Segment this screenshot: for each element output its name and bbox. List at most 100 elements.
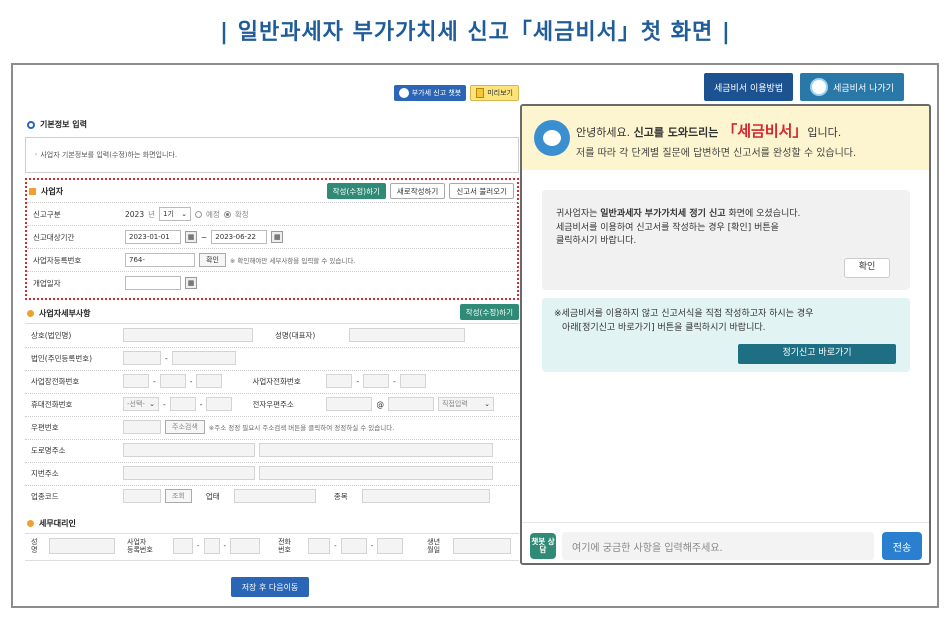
usage-guide-button[interactable]: 세금비서 이용방법 [704,73,794,101]
msg1-line-3: 클릭하시기 바랍니다. [556,236,637,246]
agent-name-label: 성 명 [31,538,45,554]
save-next-button[interactable]: 저장 후 다음이동 [231,577,309,597]
calendar-icon[interactable]: ▦ [185,231,197,243]
send-button[interactable]: 전송 [882,532,922,560]
period-to-input[interactable]: 2023-06-22 [211,230,268,244]
road-address-row: 도로명주소 [31,443,493,457]
detail-header: 사업자세부사항 [27,308,91,319]
email-select-value: 직접입력 [441,400,468,408]
detail-title: 사업자세부사항 [39,309,91,318]
chat-input-bar: 챗봇 상담 여기에 궁금한 사항을 입력해주세요. 전송 [522,522,929,563]
office-phone-3[interactable] [196,374,223,388]
greeting-pre: 안녕하세요. [576,126,634,139]
agent-phone-1[interactable] [308,538,331,555]
msg2-line-2: 아래[정기신고 바로가기] 버튼을 클릭하시기 바랍니다. [562,322,766,333]
agent-birth-label-1: 생년 [427,538,441,546]
chatbot-panel: 안녕하세요. 신고를 도와드리는 「세금비서」입니다. 저를 따라 각 단계별 … [520,104,931,565]
agent-bizno-2[interactable] [203,538,220,555]
email-at: @ [376,399,384,409]
period-select[interactable]: 1기 ⌄ [159,207,191,221]
agent-phone-3[interactable] [377,538,404,555]
detail-edit-button[interactable]: 작성(수정)하기 [459,304,519,320]
new-write-button[interactable]: 새로작성하기 [389,183,446,199]
period-row: 신고대상기간 2023-01-01 ▦ ~ 2023-06-22 ▦ [33,230,284,244]
msg1-pre: 귀사업자는 [556,209,601,219]
postcode-input[interactable] [123,420,161,434]
industry-lookup-button[interactable]: 조회 [165,489,192,503]
greeting-bold: 신고를 도와드리는 [633,126,723,139]
biz-phone-label: 사업자전화번호 [252,376,301,386]
biz-phone-3[interactable] [399,374,426,388]
greeting-line-1: 안녕하세요. 신고를 도와드리는 「세금비서」입니다. [576,120,841,141]
road-address-input-1[interactable] [123,443,255,457]
dash: - [189,376,193,386]
corp-no-label: 법인(주민등록번호) [31,353,93,363]
period-label: 신고대상기간 [33,232,75,242]
corp-no-input-1[interactable] [123,351,161,365]
bullet-icon [27,120,35,129]
brand-name: 「세금비서」 [722,122,808,140]
address-search-button[interactable]: 주소검색 [165,420,205,434]
agent-bizno-3[interactable] [230,538,261,555]
biz-phone-1[interactable] [326,374,353,388]
industry-code-input[interactable] [123,489,161,503]
mobile-2[interactable] [169,397,196,411]
business-edit-button[interactable]: 작성(수정)하기 [326,183,386,199]
agent-phone-2[interactable] [340,538,367,555]
biz-no-confirm-button[interactable]: 확인 [199,253,226,267]
period-from-input[interactable]: 2023-01-01 [125,230,181,244]
chat-message-intro: 귀사업자는 일반과세자 부가가치세 정기 신고 화면에 오셨습니다. 세금비서를… [542,190,910,290]
trade-name-input[interactable] [123,328,253,342]
dash: - [393,376,396,386]
calendar-icon[interactable]: ▦ [271,231,284,243]
open-date-input[interactable] [125,276,181,290]
chat-input[interactable]: 여기에 궁금한 사항을 입력해주세요. [562,532,874,560]
dash: - [370,542,374,551]
agent-bizno-label: 사업자 등록번호 [127,538,169,554]
dash: - [163,399,166,409]
vat-form-panel: 부가세 신고 챗봇 미리보기 기본정보 입력 ◦ 사업자 기본정보를 입력(수정… [25,77,521,597]
road-address-input-2[interactable] [259,443,493,457]
rep-name-input[interactable] [349,328,465,342]
lot-address-input-1[interactable] [123,466,255,480]
email-id-input[interactable] [326,397,373,411]
bullet-icon [27,520,34,527]
agent-name-label-1: 성 [31,538,38,546]
lot-address-input-2[interactable] [259,466,493,480]
basic-info-header: 기본정보 입력 [27,119,87,130]
office-phone-2[interactable] [159,374,186,388]
document-icon [476,88,485,98]
chat-message-direct: ※세금비서를 이용하지 않고 신고서식을 직접 작성하고자 하시는 경우 아래[… [542,298,910,372]
biz-phone-2[interactable] [363,374,390,388]
business-type-input[interactable] [233,489,316,503]
radio-final[interactable] [223,210,231,218]
chatbot-button[interactable]: 부가세 신고 챗봇 [393,85,467,101]
chevron-down-icon: ⌄ [484,400,490,408]
agent-name-input[interactable] [49,538,115,555]
basic-info-box: ◦ 사업자 기본정보를 입력(수정)하는 화면입니다. [25,137,519,173]
mobile-prefix-select[interactable]: -선택- ⌄ [123,397,159,411]
corp-no-input-2[interactable] [171,351,236,365]
agent-phone-label-2: 번호 [278,546,291,555]
confirm-button[interactable]: 확인 [844,258,890,278]
go-regular-filing-button[interactable]: 정기신고 바로가기 [738,344,896,364]
open-date-label: 개업일자 [33,278,61,288]
preview-button[interactable]: 미리보기 [470,85,519,101]
load-return-button[interactable]: 신고서 불러오기 [449,183,514,199]
radio-scheduled[interactable] [195,210,202,218]
agent-bizno-1[interactable] [173,538,193,555]
agent-birth-input[interactable] [453,538,512,555]
msg1-bold: 일반과세자 부가가치세 정기 신고 [600,209,726,219]
dash: - [199,399,203,409]
page-title: | 일반과세자 부가가치세 신고「세금비서」첫 화면 | [220,20,731,45]
calendar-icon[interactable]: ▦ [185,277,197,289]
office-phone-1[interactable] [123,374,149,388]
dash: - [197,542,200,551]
email-domain-input[interactable] [387,397,434,411]
item-input[interactable] [361,489,490,503]
email-domain-select[interactable]: 직접입력 ⌄ [437,397,494,411]
mobile-email-row: 휴대전화번호 -선택- ⌄ - - 전자우편주소 @ 직접입력 ⌄ [31,397,494,411]
mobile-3[interactable] [206,397,233,411]
exit-assistant-button[interactable]: 세금비서 나가기 [800,73,904,101]
biz-no-input[interactable]: 764- [125,253,195,267]
